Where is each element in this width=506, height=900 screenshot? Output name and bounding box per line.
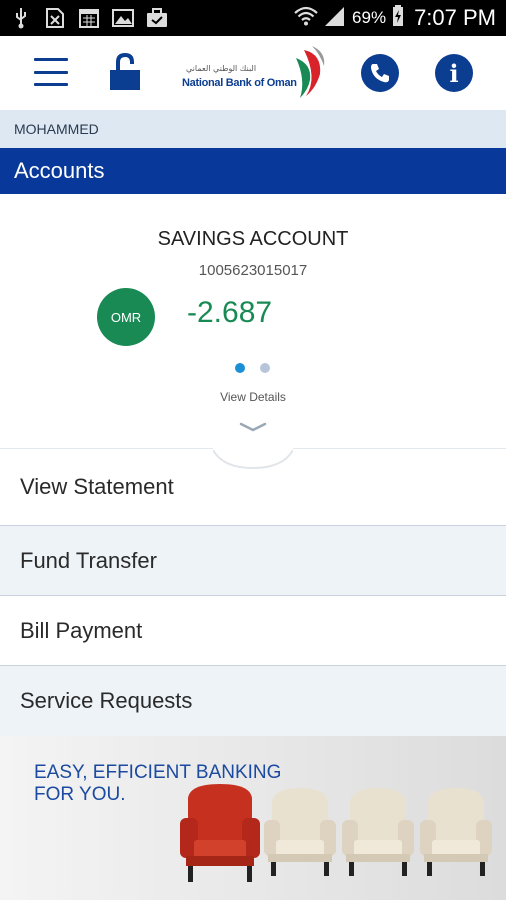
section-title: Accounts [0, 148, 506, 194]
wifi-icon [294, 6, 318, 31]
user-name: MOHAMMED [0, 110, 506, 148]
account-number: 1005623015017 [198, 262, 308, 279]
battery-percent: 69% [352, 8, 387, 27]
usb-icon [10, 7, 32, 29]
menu-icon[interactable] [34, 58, 68, 86]
cream-armchair [420, 788, 492, 876]
expand-chevron-icon[interactable] [213, 402, 293, 472]
logo-english-text: National Bank of Oman [182, 77, 297, 89]
account-balance: -2.687 [187, 296, 273, 329]
sim-icon [44, 7, 66, 29]
cream-armchair [342, 788, 414, 876]
logo-mark-icon [296, 46, 325, 98]
logo-arabic-text: البنك الوطني العماني [186, 64, 257, 73]
image-icon [112, 7, 134, 29]
info-icon[interactable]: i [435, 54, 473, 92]
bank-logo: البنك الوطني العماني National Bank of Om… [180, 44, 326, 102]
carousel-indicator [235, 363, 270, 373]
battery-icon [392, 4, 404, 32]
carousel-dot[interactable] [260, 363, 270, 373]
menu-item-bill-payment[interactable]: Bill Payment [0, 596, 506, 666]
menu-item-fund-transfer[interactable]: Fund Transfer [0, 526, 506, 596]
currency-badge: OMR [97, 288, 155, 346]
clock: 7:07 PM [414, 5, 496, 30]
carousel-dot-active[interactable] [235, 363, 245, 373]
red-armchair [180, 784, 260, 882]
account-type: SAVINGS ACCOUNT [157, 228, 349, 250]
briefcase-icon [146, 7, 168, 29]
cream-armchair [264, 788, 336, 876]
promo-banner[interactable]: EASY, EFFICIENT BANKING FOR YOU. [0, 736, 506, 900]
system-status: 69% 7:07 PM [294, 4, 496, 32]
calendar-icon [78, 7, 100, 29]
signal-icon [324, 5, 346, 32]
unlock-icon[interactable] [108, 52, 142, 92]
app-header: البنك الوطني العماني National Bank of Om… [0, 36, 506, 110]
status-bar: 69% 7:07 PM [0, 0, 506, 36]
phone-icon[interactable] [361, 54, 399, 92]
menu-item-service-requests[interactable]: Service Requests [0, 666, 506, 736]
armchairs-illustration [180, 784, 492, 882]
notification-icons [10, 7, 168, 29]
